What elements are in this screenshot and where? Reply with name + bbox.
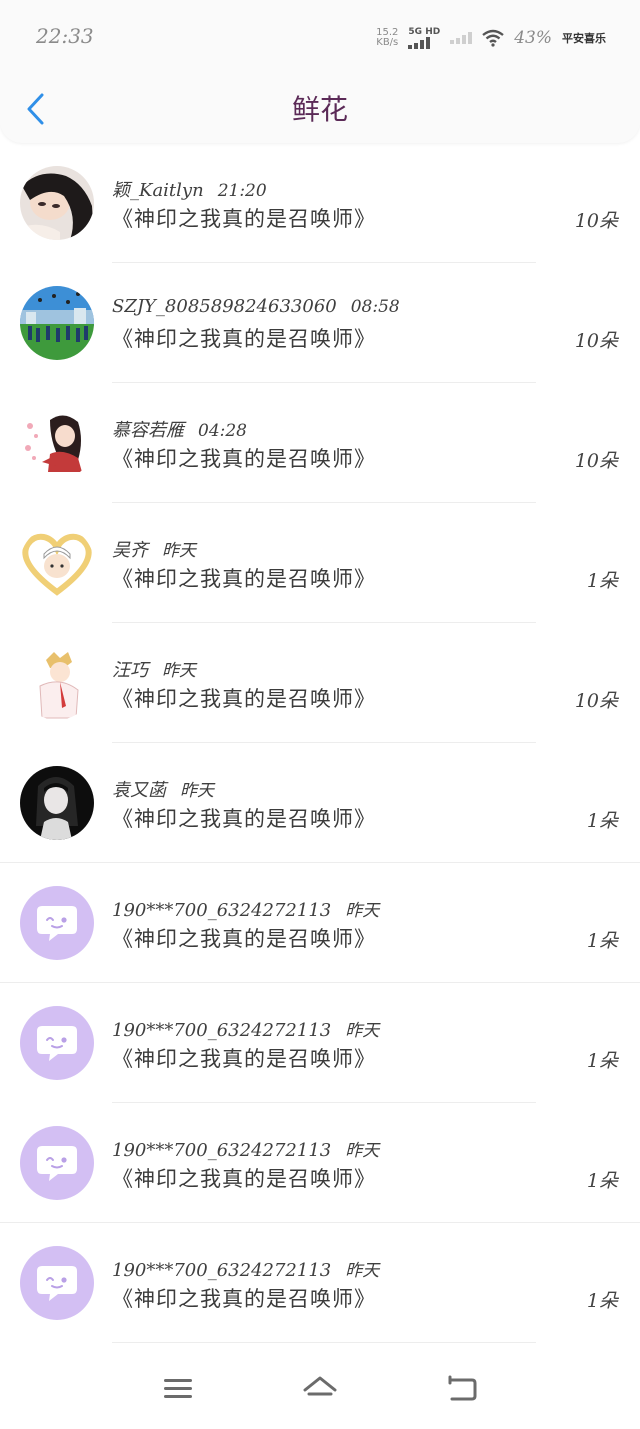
user-name: 190***700_6324272113 (112, 1260, 332, 1281)
flower-count: 1朵 (586, 1290, 618, 1312)
chat-bubble-icon (37, 1026, 77, 1061)
gift-time: 08:58 (350, 297, 400, 317)
flower-count: 10朵 (574, 690, 618, 712)
book-title: 《神印之我真的是召唤师》 (112, 207, 376, 231)
user-name: 190***700_6324272113 (112, 900, 332, 921)
avatar[interactable] (20, 406, 94, 480)
gift-time: 昨天 (345, 1141, 380, 1161)
user-name: 汪巧 (112, 660, 148, 681)
avatar[interactable] (20, 166, 94, 240)
chat-bubble-icon (37, 1266, 77, 1301)
book-title: 《神印之我真的是召唤师》 (112, 327, 376, 351)
status-icons: 15.2 KB/s 5G HD 43% 平安喜乐 (376, 26, 606, 50)
list-item[interactable]: 190***700_6324272113 昨天 《神印之我真的是召唤师》 1朵 (0, 1223, 640, 1343)
chat-bubble-icon (37, 1146, 77, 1181)
user-name: 袁又菡 (112, 780, 166, 801)
avatar[interactable] (20, 1246, 94, 1320)
flower-count: 10朵 (574, 210, 618, 232)
gift-time: 昨天 (180, 781, 214, 801)
gift-time: 昨天 (345, 1021, 380, 1041)
avatar[interactable] (20, 1006, 94, 1080)
list-item[interactable]: 190***700_6324272113 昨天 《神印之我真的是召唤师》 1朵 (0, 983, 640, 1103)
net-speed: 15.2 KB/s (376, 28, 398, 48)
user-name-line: 190***700_6324272113 昨天 (112, 1256, 379, 1281)
network-label: 5G HD (408, 27, 441, 37)
avatar[interactable] (20, 1126, 94, 1200)
list-item[interactable]: 袁又菡 昨天 《神印之我真的是召唤师》 1朵 (0, 743, 640, 863)
return-icon[interactable] (444, 1374, 480, 1404)
chat-bubble-icon (37, 906, 77, 941)
gift-time: 昨天 (162, 541, 196, 561)
list-item[interactable]: 慕容若雁 04:28 《神印之我真的是召唤师》 10朵 (0, 383, 640, 503)
user-name-line: SZJY_808589824633060 08:58 (112, 296, 400, 317)
flower-count: 1朵 (586, 570, 618, 592)
book-title: 《神印之我真的是召唤师》 (112, 1167, 376, 1191)
page-title: 鲜花 (291, 93, 348, 126)
status-bar: 22:33 15.2 KB/s 5G HD 43% 平安喜乐 (0, 0, 640, 74)
book-title: 《神印之我真的是召唤师》 (112, 447, 376, 471)
list-item[interactable]: 吴齐 昨天 《神印之我真的是召唤师》 1朵 (0, 503, 640, 623)
book-title: 《神印之我真的是召唤师》 (112, 1047, 376, 1071)
avatar[interactable] (20, 646, 94, 720)
user-name: 190***700_6324272113 (112, 1020, 332, 1041)
user-name-line: 吴齐 昨天 (112, 536, 196, 562)
divider (112, 1342, 536, 1343)
book-title: 《神印之我真的是召唤师》 (112, 807, 376, 831)
flower-count: 1朵 (586, 1050, 618, 1072)
list-item[interactable]: 汪巧 昨天 《神印之我真的是召唤师》 10朵 (0, 623, 640, 743)
signal-5g: 5G HD (408, 27, 440, 49)
wifi-icon (482, 29, 504, 47)
flower-count: 1朵 (586, 810, 618, 832)
battery-level: 43% (514, 28, 552, 48)
gift-time: 昨天 (162, 661, 196, 681)
status-time: 22:33 (36, 24, 94, 48)
gift-time: 昨天 (345, 1261, 380, 1281)
user-name-line: 190***700_6324272113 昨天 (112, 1136, 379, 1161)
avatar[interactable] (20, 886, 94, 960)
top-bar: 22:33 15.2 KB/s 5G HD 43% 平安喜乐 鲜花 (0, 0, 640, 143)
flower-count: 10朵 (574, 330, 618, 352)
list-item[interactable]: 190***700_6324272113 昨天 《神印之我真的是召唤师》 1朵 (0, 1103, 640, 1223)
signal-bars-icon (408, 37, 431, 49)
book-title: 《神印之我真的是召唤师》 (112, 1287, 376, 1311)
signal-bars-secondary-icon (450, 32, 473, 44)
menu-icon[interactable] (160, 1374, 196, 1404)
user-name-line: 慕容若雁 04:28 (112, 416, 247, 442)
flower-list: 颖_Kaitlyn 21:20 《神印之我真的是召唤师》 10朵 SZJY_80… (0, 143, 640, 1343)
book-title: 《神印之我真的是召唤师》 (112, 567, 376, 591)
user-name-line: 190***700_6324272113 昨天 (112, 896, 379, 921)
flower-count: 10朵 (574, 450, 618, 472)
avatar[interactable] (20, 766, 94, 840)
brand-text: 平安喜乐 (562, 32, 606, 45)
flower-count: 1朵 (586, 930, 618, 952)
user-name: 慕容若雁 (112, 420, 184, 441)
flower-count: 1朵 (586, 1170, 618, 1192)
user-name-line: 190***700_6324272113 昨天 (112, 1016, 379, 1041)
net-speed-unit: KB/s (376, 37, 399, 48)
system-nav-bar (0, 1350, 640, 1429)
home-icon[interactable] (302, 1374, 338, 1404)
user-name: 190***700_6324272113 (112, 1140, 332, 1161)
user-name-line: 汪巧 昨天 (112, 656, 196, 682)
gift-time: 21:20 (217, 181, 267, 201)
user-name: 颖_Kaitlyn (112, 180, 204, 201)
gift-time: 04:28 (198, 421, 247, 441)
list-item[interactable]: 190***700_6324272113 昨天 《神印之我真的是召唤师》 1朵 (0, 863, 640, 983)
gift-time: 昨天 (345, 901, 380, 921)
list-item[interactable]: SZJY_808589824633060 08:58 《神印之我真的是召唤师》 1… (0, 263, 640, 383)
user-name-line: 颖_Kaitlyn 21:20 (112, 176, 267, 202)
book-title: 《神印之我真的是召唤师》 (112, 687, 376, 711)
user-name: 吴齐 (112, 540, 148, 561)
avatar[interactable] (20, 526, 94, 600)
list-item[interactable]: 颖_Kaitlyn 21:20 《神印之我真的是召唤师》 10朵 (0, 143, 640, 263)
avatar[interactable] (20, 286, 94, 360)
book-title: 《神印之我真的是召唤师》 (112, 927, 376, 951)
user-name: SZJY_808589824633060 (112, 296, 337, 317)
user-name-line: 袁又菡 昨天 (112, 776, 214, 802)
